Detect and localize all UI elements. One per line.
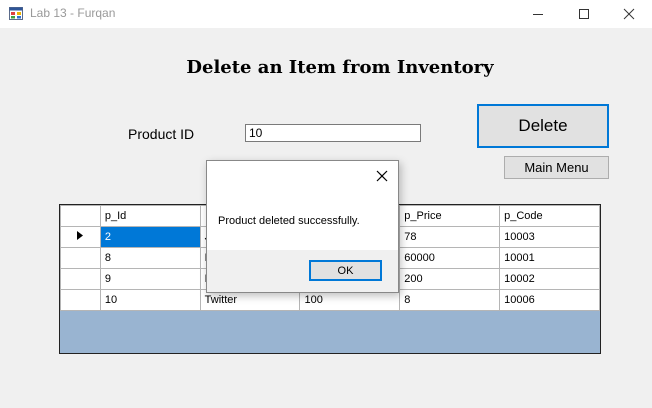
row-header[interactable] xyxy=(60,268,101,290)
grid-corner-cell[interactable] xyxy=(60,205,101,227)
table-cell[interactable]: 9 xyxy=(99,268,201,290)
maximize-button[interactable] xyxy=(561,0,607,28)
table-cell[interactable]: 10006 xyxy=(499,289,600,311)
row-header[interactable] xyxy=(60,247,101,269)
product-id-label: Product ID xyxy=(128,126,195,142)
row-header[interactable] xyxy=(60,226,101,248)
dialog-message: Product deleted successfully. xyxy=(218,215,360,227)
column-header[interactable]: p_Code xyxy=(499,205,600,227)
table-cell[interactable]: 2 xyxy=(99,226,201,248)
title-bar: Lab 13 - Furqan xyxy=(0,0,652,28)
delete-button[interactable]: Delete xyxy=(477,104,609,148)
maximize-icon xyxy=(579,9,589,19)
column-header[interactable]: p_Price xyxy=(399,205,501,227)
minimize-icon xyxy=(533,14,543,15)
column-header[interactable]: p_Id xyxy=(99,205,201,227)
window-title: Lab 13 - Furqan xyxy=(30,6,116,20)
minimize-button[interactable] xyxy=(515,0,561,28)
row-pointer-icon xyxy=(77,231,84,240)
table-cell[interactable]: 60000 xyxy=(399,247,501,269)
product-id-input[interactable] xyxy=(245,124,421,142)
close-button[interactable] xyxy=(606,0,652,28)
table-cell[interactable]: 10001 xyxy=(499,247,600,269)
table-cell[interactable]: 10003 xyxy=(499,226,600,248)
table-cell[interactable]: 10 xyxy=(99,289,201,311)
page-title: Delete an Item from Inventory xyxy=(186,57,494,78)
table-cell[interactable]: 78 xyxy=(399,226,501,248)
table-cell[interactable]: 8 xyxy=(399,289,501,311)
table-cell[interactable]: 200 xyxy=(399,268,501,290)
app-icon xyxy=(9,7,23,20)
dialog-close-icon[interactable] xyxy=(375,169,389,183)
dialog-footer: OK xyxy=(207,250,398,292)
message-dialog: Product deleted successfully. OK xyxy=(206,160,399,293)
ok-button[interactable]: OK xyxy=(309,260,382,281)
close-icon xyxy=(623,8,635,20)
main-menu-button[interactable]: Main Menu xyxy=(504,156,609,179)
table-cell[interactable]: 10002 xyxy=(499,268,600,290)
row-header[interactable] xyxy=(60,289,101,311)
table-cell[interactable]: 8 xyxy=(99,247,201,269)
